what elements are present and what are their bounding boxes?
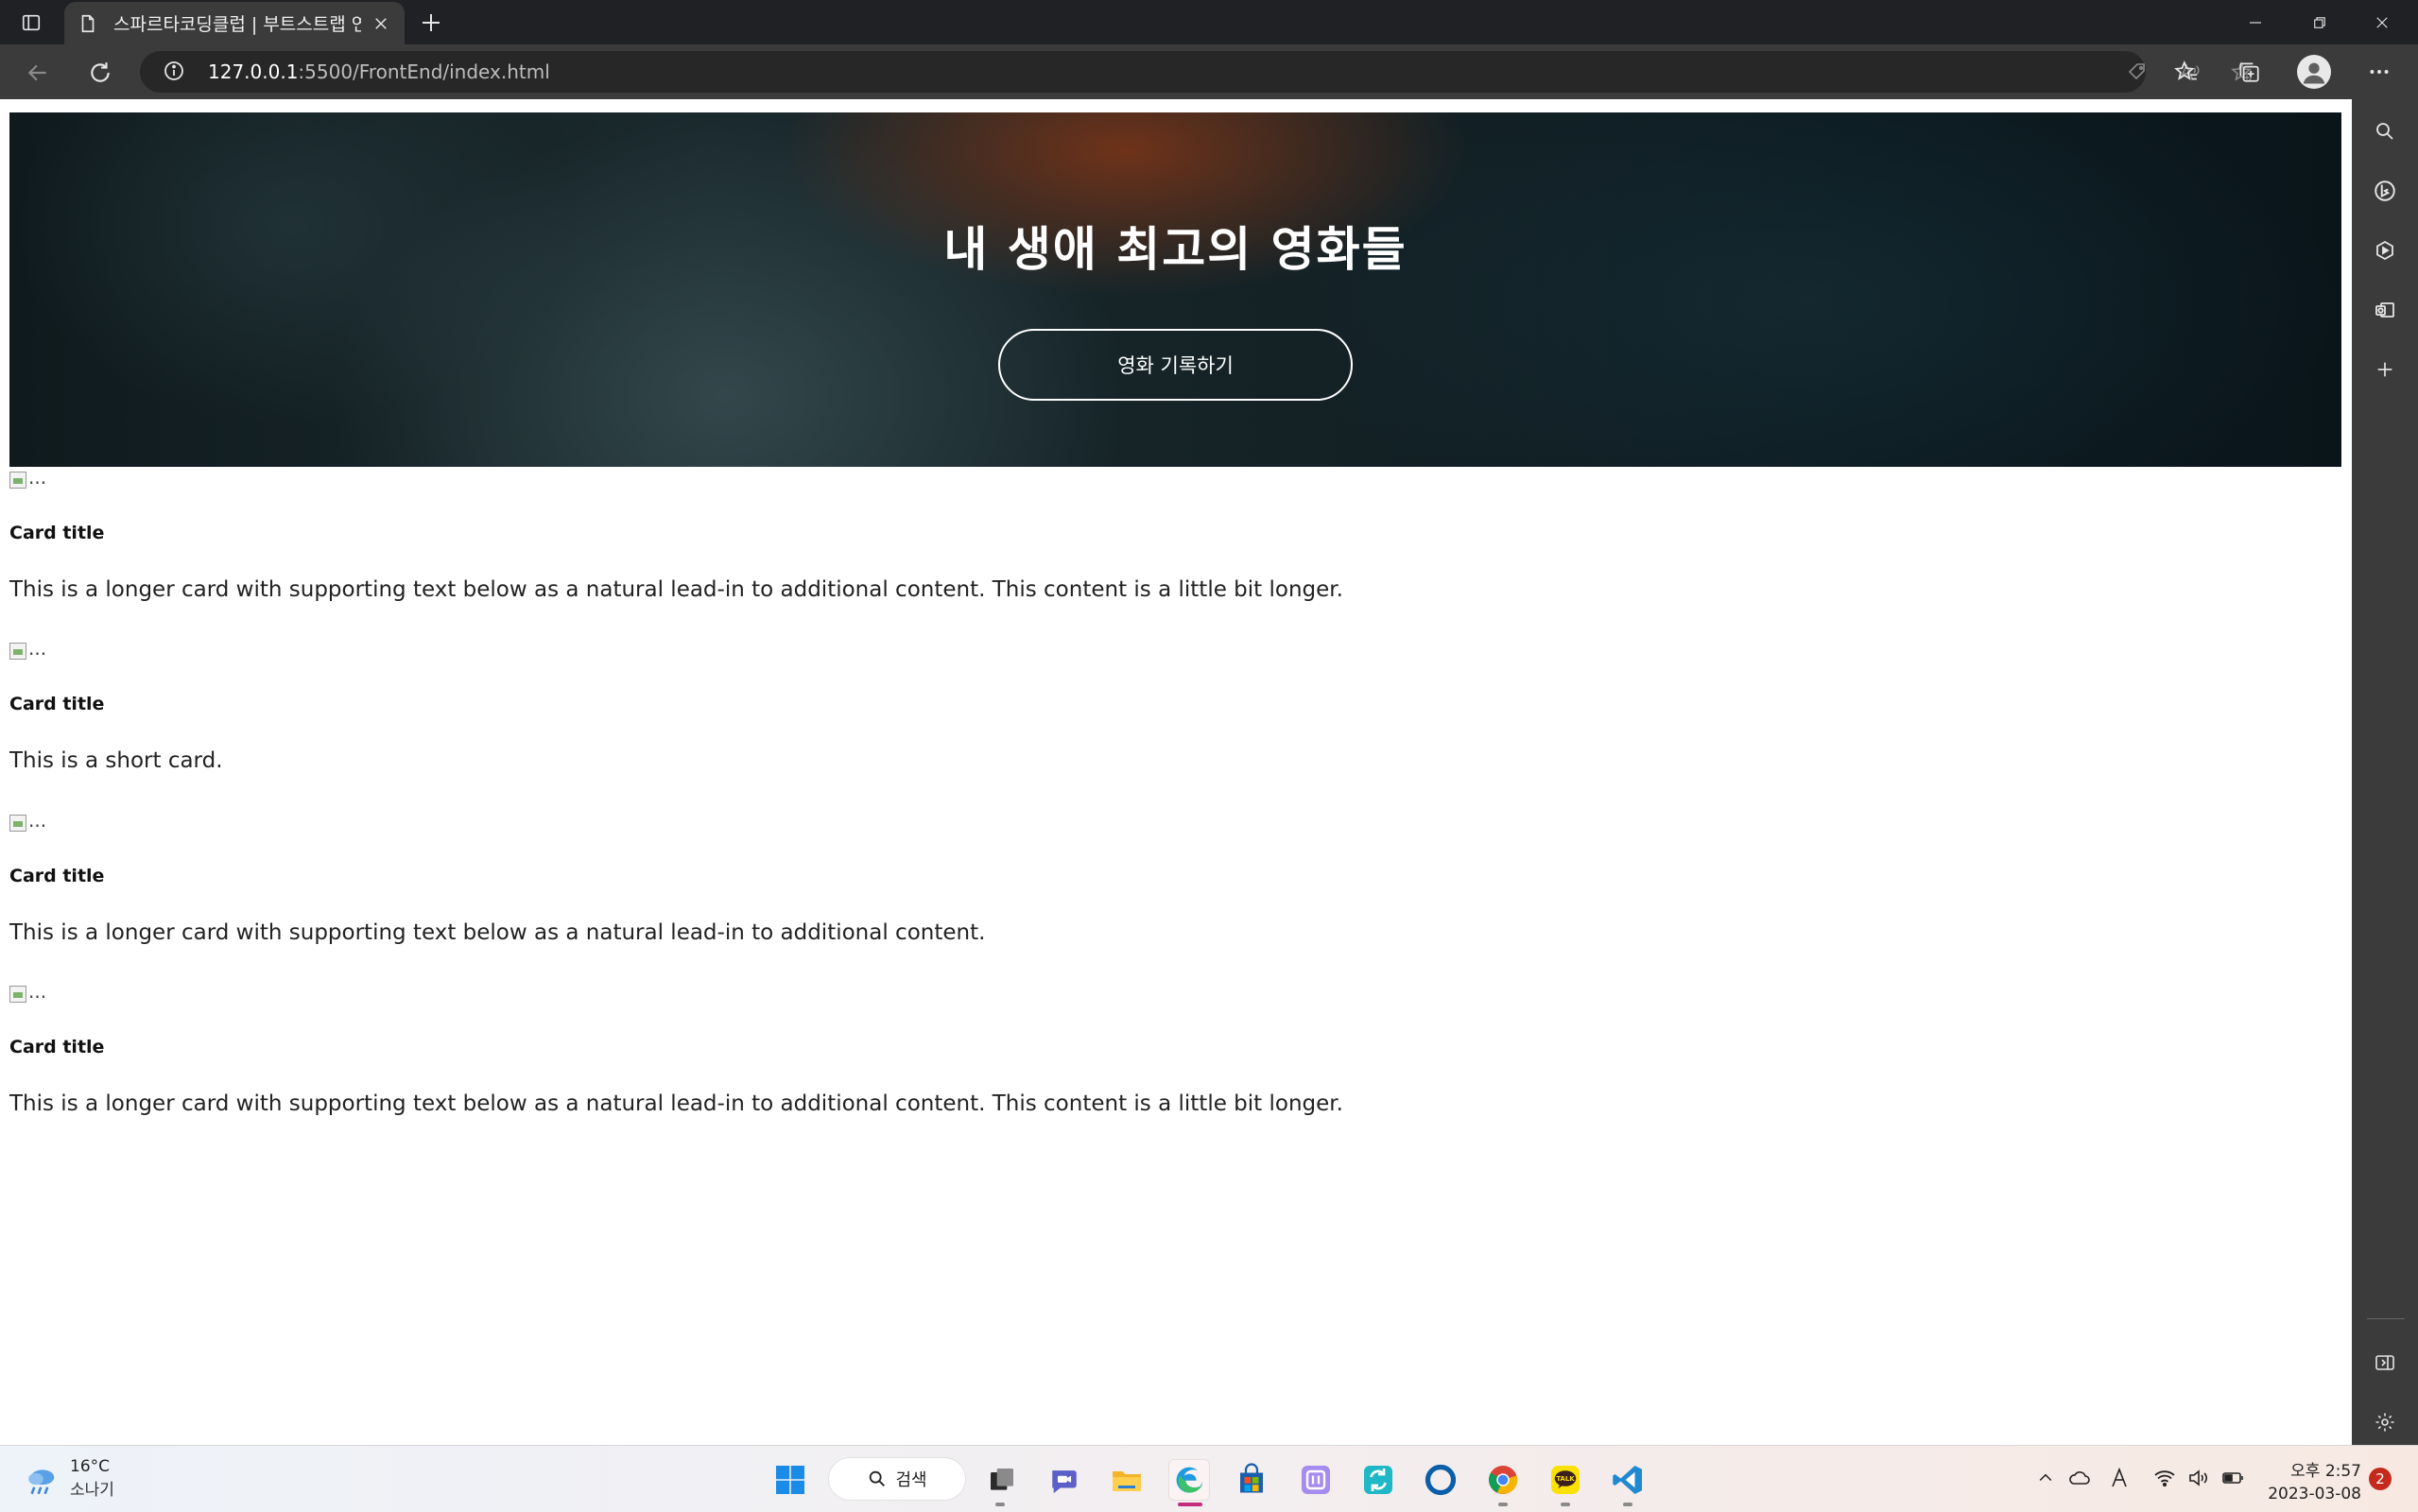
clock-time: 오후 2:57 xyxy=(2290,1462,2361,1481)
more-options-icon[interactable] xyxy=(2363,56,2395,88)
add-sidebar-app-icon[interactable] xyxy=(2371,355,2399,384)
card-image-alt: ... xyxy=(28,637,47,660)
restore-icon[interactable] xyxy=(2297,6,2342,40)
tab-actions-icon[interactable] xyxy=(17,9,45,36)
card-image-alt: ... xyxy=(28,980,47,1003)
minimize-icon[interactable] xyxy=(2233,6,2278,40)
profile-avatar[interactable] xyxy=(2297,55,2331,89)
microsoft-store-icon[interactable] xyxy=(1231,1459,1272,1501)
file-explorer-icon[interactable] xyxy=(1106,1459,1148,1501)
url-path: :5500/FrontEnd/index.html xyxy=(298,60,550,83)
windows-start-icon[interactable] xyxy=(769,1459,811,1501)
weather-temperature: 16°C xyxy=(70,1457,111,1476)
close-window-icon[interactable] xyxy=(2359,6,2405,40)
weather-widget[interactable]: 16°C 소나기 xyxy=(23,1457,114,1500)
broken-image-icon xyxy=(9,643,26,660)
card-title: Card title xyxy=(9,866,105,886)
active-app-indicator xyxy=(1178,1503,1202,1506)
card: ... Card title This is a longer card wit… xyxy=(9,466,2278,602)
card-image: ... xyxy=(9,466,2278,489)
chevron-up-icon[interactable] xyxy=(2032,1465,2059,1491)
chrome-browser-icon[interactable] xyxy=(1482,1459,1524,1501)
card-image-alt: ... xyxy=(28,809,47,832)
card-image-alt: ... xyxy=(28,466,47,489)
tools-icon[interactable] xyxy=(2371,236,2399,265)
refresh-icon[interactable] xyxy=(83,56,117,90)
edge-sidebar xyxy=(2352,99,2418,1445)
card: ... Card title This is a short card. xyxy=(9,637,2278,773)
system-clock[interactable]: 오후 2:57 2023-03-08 xyxy=(2267,1457,2361,1503)
browser-toolbar: 127.0.0.1:5500/FrontEnd/index.html xyxy=(0,44,2418,99)
task-view-icon[interactable] xyxy=(981,1459,1023,1501)
search-icon[interactable] xyxy=(2371,117,2399,146)
weather-condition: 소나기 xyxy=(70,1481,114,1500)
site-info-icon[interactable] xyxy=(163,60,187,84)
page-icon xyxy=(78,13,98,34)
browser-tab-bar: 스파르타코딩클럽 | 부트스트랩 연습 xyxy=(0,0,2418,44)
close-tab-icon[interactable] xyxy=(371,13,391,34)
purple-app-icon[interactable] xyxy=(1295,1459,1337,1501)
card-text: This is a short card. xyxy=(9,748,223,773)
broken-image-icon xyxy=(9,986,26,1003)
kakaotalk-icon[interactable]: TALK xyxy=(1545,1459,1586,1501)
running-indicator xyxy=(1623,1503,1632,1506)
rain-cloud-icon xyxy=(28,1469,55,1494)
clock-date: 2023-03-08 xyxy=(2268,1485,2361,1503)
url-host: 127.0.0.1 xyxy=(208,60,299,83)
card-title: Card title xyxy=(9,694,105,714)
card-title: Card title xyxy=(9,523,105,543)
card: ... Card title This is a longer card wit… xyxy=(9,980,2278,1116)
vscode-icon[interactable] xyxy=(1607,1459,1649,1501)
card-image: ... xyxy=(9,637,2278,660)
card: ... Card title This is a longer card wit… xyxy=(9,809,2278,945)
running-indicator xyxy=(995,1503,1005,1506)
card-text: This is a longer card with supporting te… xyxy=(9,577,1343,602)
card-image: ... xyxy=(9,809,2278,832)
battery-icon[interactable] xyxy=(2219,1465,2246,1491)
notification-badge[interactable]: 2 xyxy=(2369,1468,2392,1490)
hero-banner: 내 생애 최고의 영화들 영화 기록하기 xyxy=(9,112,2341,467)
edge-browser-icon[interactable] xyxy=(1168,1459,1210,1501)
tracking-prevention-icon[interactable] xyxy=(2125,60,2150,84)
teams-chat-icon[interactable] xyxy=(1044,1459,1085,1501)
onedrive-cloud-icon[interactable] xyxy=(2066,1465,2093,1491)
card-image: ... xyxy=(9,980,2278,1003)
card-title: Card title xyxy=(9,1037,105,1057)
running-indicator xyxy=(1498,1503,1508,1506)
new-tab-icon[interactable] xyxy=(416,8,446,38)
bing-chat-icon[interactable] xyxy=(2371,177,2399,205)
address-bar[interactable]: 127.0.0.1:5500/FrontEnd/index.html xyxy=(140,51,2252,93)
tab-title: 스파르타코딩클럽 | 부트스트랩 연습 xyxy=(113,14,361,35)
wifi-icon[interactable] xyxy=(2151,1465,2178,1491)
back-arrow-icon[interactable] xyxy=(21,56,55,90)
outlook-icon[interactable] xyxy=(2371,296,2399,324)
input-method-icon[interactable] xyxy=(2106,1465,2133,1491)
hide-sidebar-icon[interactable] xyxy=(2371,1349,2399,1377)
record-movie-button[interactable]: 영화 기록하기 xyxy=(998,329,1353,401)
taskbar-search-label: 검색 xyxy=(895,1470,927,1490)
sync-app-icon[interactable] xyxy=(1357,1459,1399,1501)
card-text: This is a longer card with supporting te… xyxy=(9,1091,1343,1116)
card-text: This is a longer card with supporting te… xyxy=(9,920,986,945)
active-tab[interactable]: 스파르타코딩클럽 | 부트스트랩 연습 xyxy=(64,2,405,44)
search-icon xyxy=(870,1470,886,1486)
favorites-icon[interactable] xyxy=(2170,56,2202,88)
volume-icon[interactable] xyxy=(2185,1465,2212,1491)
windows-taskbar: 16°C 소나기 검색 TALK 오후 2:57 2023-03-08 2 xyxy=(0,1445,2418,1512)
broken-image-icon xyxy=(9,472,26,489)
hero-title: 내 생애 최고의 영화들 xyxy=(943,222,1408,277)
cortana-ring-icon[interactable] xyxy=(1420,1459,1461,1501)
broken-image-icon xyxy=(9,815,26,832)
taskbar-search[interactable]: 검색 xyxy=(828,1457,966,1501)
svg-text:TALK: TALK xyxy=(1556,1475,1575,1483)
collections-icon[interactable] xyxy=(2233,56,2265,88)
page-viewport: 내 생애 최고의 영화들 영화 기록하기 ... Card title This… xyxy=(0,99,2352,1445)
running-indicator xyxy=(1561,1503,1570,1506)
sidebar-settings-icon[interactable] xyxy=(2371,1408,2399,1436)
sidebar-divider xyxy=(2367,1318,2405,1319)
